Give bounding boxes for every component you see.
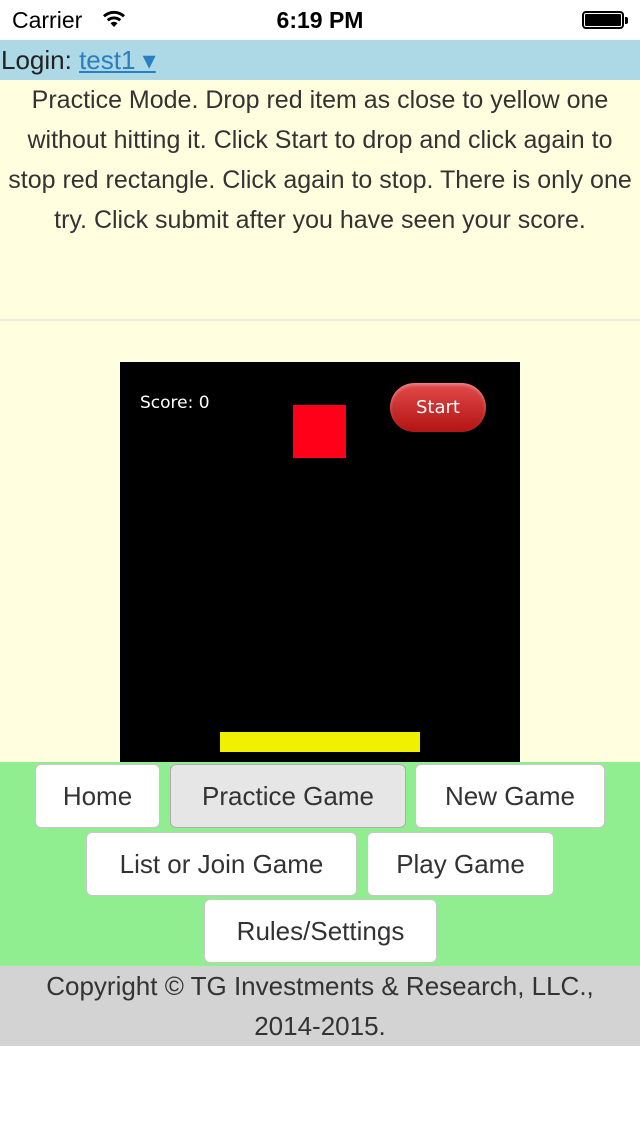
practice-game-button[interactable]: Practice Game <box>170 764 406 828</box>
play-game-button[interactable]: Play Game <box>367 832 554 896</box>
login-label: Login: <box>1 45 72 75</box>
game-canvas[interactable]: Score: 0 Start <box>120 362 520 762</box>
home-button[interactable]: Home <box>35 764 160 828</box>
status-bar: Carrier 6:19 PM <box>0 0 640 40</box>
footer: Copyright © TG Investments & Research, L… <box>0 966 640 1046</box>
user-menu-link[interactable]: test1 ▾ <box>79 45 156 75</box>
new-game-button[interactable]: New Game <box>415 764 605 828</box>
score-label: Score: 0 <box>140 393 210 413</box>
rules-settings-button[interactable]: Rules/Settings <box>204 899 437 963</box>
red-item <box>293 405 346 458</box>
copyright-line-1: Copyright © TG Investments & Research, L… <box>46 971 594 1001</box>
instructions-text: Practice Mode. Drop red item as close to… <box>8 86 632 234</box>
start-button[interactable]: Start <box>390 383 486 432</box>
yellow-item <box>220 732 420 752</box>
clock: 6:19 PM <box>276 7 364 33</box>
login-bar: Login: test1 ▾ <box>0 40 640 80</box>
instructions-panel: Practice Mode. Drop red item as close to… <box>0 80 640 321</box>
battery-icon <box>582 11 630 31</box>
nav-menu: Home Practice Game New Game List or Join… <box>0 762 640 966</box>
game-area: Score: 0 Start <box>0 321 640 762</box>
copyright-line-2: 2014-2015. <box>254 1011 386 1041</box>
list-or-join-game-button[interactable]: List or Join Game <box>86 832 357 896</box>
